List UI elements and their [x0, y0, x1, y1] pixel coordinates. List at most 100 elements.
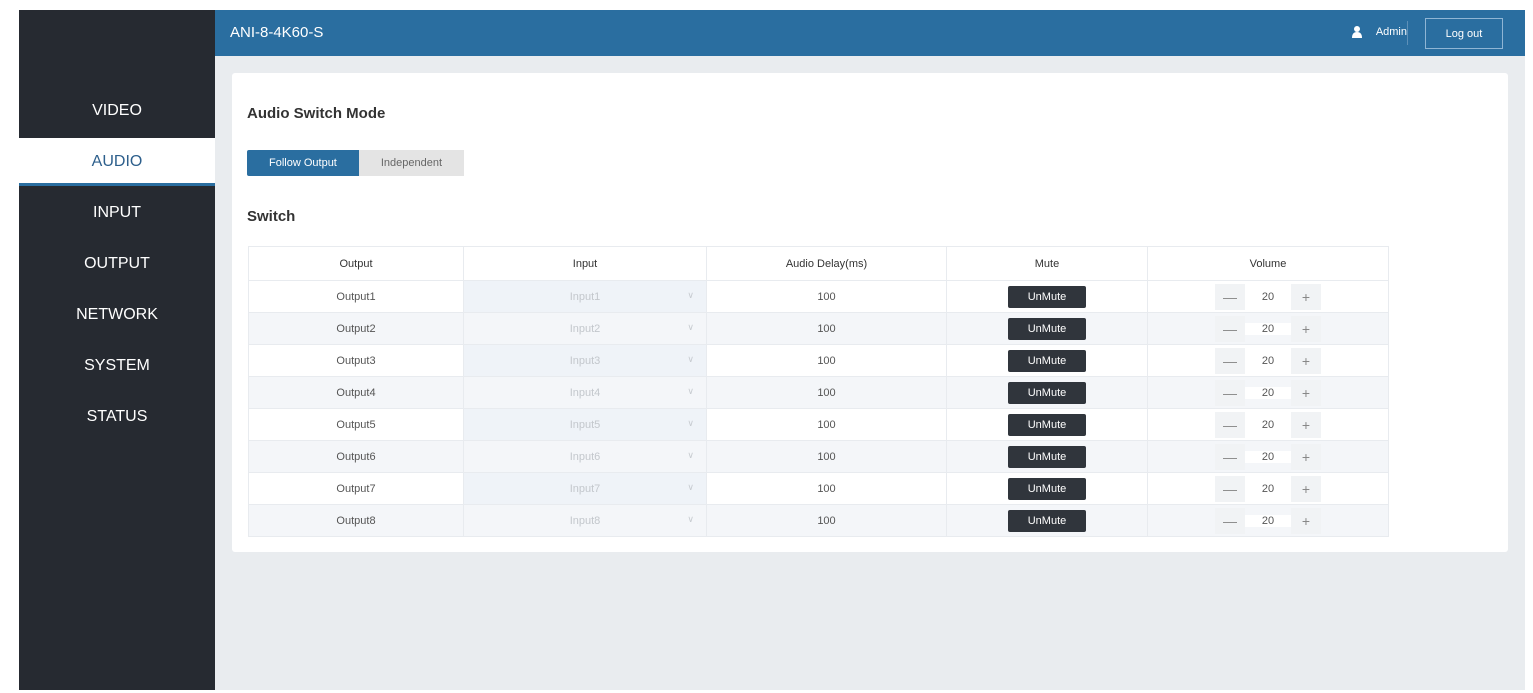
- follow-output-button[interactable]: Follow Output: [247, 150, 359, 176]
- mute-cell: UnMute: [946, 440, 1148, 473]
- volume-cell: —20 +: [1147, 376, 1389, 409]
- output-name: Output4: [248, 376, 464, 409]
- audio-switch-mode-heading: Audio Switch Mode: [247, 105, 386, 122]
- volume-value[interactable]: 20: [1245, 482, 1291, 495]
- volume-stepper: —20 +: [1215, 507, 1321, 534]
- audio-delay-value[interactable]: 100: [706, 376, 947, 409]
- chevron-down-icon: ∨: [687, 354, 694, 364]
- volume-decrease-button[interactable]: —: [1215, 283, 1245, 310]
- unmute-button[interactable]: UnMute: [1008, 349, 1086, 372]
- volume-increase-button[interactable]: +: [1291, 379, 1321, 406]
- input-select[interactable]: Input8 ∨: [463, 504, 707, 537]
- unmute-button[interactable]: UnMute: [1008, 445, 1086, 468]
- switch-heading: Switch: [247, 208, 296, 225]
- input-value: Input7: [569, 482, 601, 495]
- chevron-down-icon: ∨: [687, 450, 694, 460]
- volume-decrease-button[interactable]: —: [1215, 443, 1245, 470]
- sidebar-item-audio[interactable]: AUDIO: [19, 138, 215, 186]
- volume-value[interactable]: 20: [1245, 290, 1291, 303]
- volume-decrease-button[interactable]: —: [1215, 315, 1245, 342]
- unmute-button[interactable]: UnMute: [1008, 477, 1086, 500]
- volume-increase-button[interactable]: +: [1291, 507, 1321, 534]
- volume-cell: —20 +: [1147, 504, 1389, 537]
- top-bar: ANI-8-4K60-S Admin Log out: [215, 10, 1525, 56]
- input-select[interactable]: Input5 ∨: [463, 408, 707, 441]
- mute-cell: UnMute: [946, 408, 1148, 441]
- volume-increase-button[interactable]: +: [1291, 411, 1321, 438]
- volume-stepper: —20 +: [1215, 475, 1321, 502]
- volume-decrease-button[interactable]: —: [1215, 411, 1245, 438]
- audio-delay-value[interactable]: 100: [706, 280, 947, 313]
- chevron-down-icon: ∨: [687, 322, 694, 332]
- volume-decrease-button[interactable]: —: [1215, 475, 1245, 502]
- divider: [1407, 21, 1408, 45]
- volume-increase-button[interactable]: +: [1291, 475, 1321, 502]
- input-select[interactable]: Input1 ∨: [463, 280, 707, 313]
- input-select[interactable]: Input6 ∨: [463, 440, 707, 473]
- volume-value[interactable]: 20: [1245, 514, 1291, 527]
- mute-cell: UnMute: [946, 376, 1148, 409]
- audio-delay-value[interactable]: 100: [706, 504, 947, 537]
- mute-cell: UnMute: [946, 280, 1148, 313]
- volume-value[interactable]: 20: [1245, 418, 1291, 431]
- volume-increase-button[interactable]: +: [1291, 283, 1321, 310]
- input-value: Input2: [569, 322, 601, 335]
- volume-value[interactable]: 20: [1245, 386, 1291, 399]
- unmute-button[interactable]: UnMute: [1008, 381, 1086, 404]
- sidebar-item-video[interactable]: VIDEO: [19, 87, 215, 135]
- sidebar-item-status[interactable]: STATUS: [19, 393, 215, 441]
- sidebar-item-network[interactable]: NETWORK: [19, 291, 215, 339]
- volume-cell: —20 +: [1147, 408, 1389, 441]
- audio-delay-value[interactable]: 100: [706, 312, 947, 345]
- col-input: Input: [463, 246, 707, 281]
- col-mute: Mute: [946, 246, 1148, 281]
- volume-increase-button[interactable]: +: [1291, 443, 1321, 470]
- volume-stepper: —20 +: [1215, 315, 1321, 342]
- volume-value[interactable]: 20: [1245, 354, 1291, 367]
- input-select[interactable]: Input2 ∨: [463, 312, 707, 345]
- col-delay: Audio Delay(ms): [706, 246, 947, 281]
- unmute-button[interactable]: UnMute: [1008, 413, 1086, 436]
- volume-cell: —20 +: [1147, 280, 1389, 313]
- table-row: Output7 Input7 ∨ 100 UnMute —20 +: [248, 472, 1389, 505]
- input-value: Input5: [569, 418, 601, 431]
- volume-decrease-button[interactable]: —: [1215, 507, 1245, 534]
- table-row: Output5 Input5 ∨ 100 UnMute —20 +: [248, 408, 1389, 441]
- input-select[interactable]: Input3 ∨: [463, 344, 707, 377]
- user-icon: [1351, 26, 1362, 38]
- unmute-button[interactable]: UnMute: [1008, 285, 1086, 308]
- volume-stepper: —20 +: [1215, 443, 1321, 470]
- volume-cell: —20 +: [1147, 440, 1389, 473]
- output-name: Output6: [248, 440, 464, 473]
- input-select[interactable]: Input7 ∨: [463, 472, 707, 505]
- col-output: Output: [248, 246, 464, 281]
- audio-delay-value[interactable]: 100: [706, 440, 947, 473]
- sidebar-item-output[interactable]: OUTPUT: [19, 240, 215, 288]
- volume-decrease-button[interactable]: —: [1215, 379, 1245, 406]
- output-name: Output8: [248, 504, 464, 537]
- input-value: Input3: [569, 354, 601, 367]
- volume-stepper: —20 +: [1215, 379, 1321, 406]
- volume-increase-button[interactable]: +: [1291, 315, 1321, 342]
- output-name: Output5: [248, 408, 464, 441]
- volume-value[interactable]: 20: [1245, 322, 1291, 335]
- chevron-down-icon: ∨: [687, 290, 694, 300]
- volume-cell: —20 +: [1147, 312, 1389, 345]
- audio-delay-value[interactable]: 100: [706, 344, 947, 377]
- volume-decrease-button[interactable]: —: [1215, 347, 1245, 374]
- audio-delay-value[interactable]: 100: [706, 472, 947, 505]
- logout-button[interactable]: Log out: [1425, 18, 1503, 49]
- sidebar-item-input[interactable]: INPUT: [19, 189, 215, 237]
- audio-delay-value[interactable]: 100: [706, 408, 947, 441]
- volume-value[interactable]: 20: [1245, 450, 1291, 463]
- sidebar: VIDEO AUDIO INPUT OUTPUT NETWORK SYSTEM STATUS: [19, 10, 215, 690]
- col-volume: Volume: [1147, 246, 1389, 281]
- independent-button[interactable]: Independent: [358, 150, 465, 176]
- unmute-button[interactable]: UnMute: [1008, 509, 1086, 532]
- input-select[interactable]: Input4 ∨: [463, 376, 707, 409]
- volume-increase-button[interactable]: +: [1291, 347, 1321, 374]
- table-row: Output3 Input3 ∨ 100 UnMute —20 +: [248, 344, 1389, 377]
- table-row: Output6 Input6 ∨ 100 UnMute —20 +: [248, 440, 1389, 473]
- unmute-button[interactable]: UnMute: [1008, 317, 1086, 340]
- sidebar-item-system[interactable]: SYSTEM: [19, 342, 215, 390]
